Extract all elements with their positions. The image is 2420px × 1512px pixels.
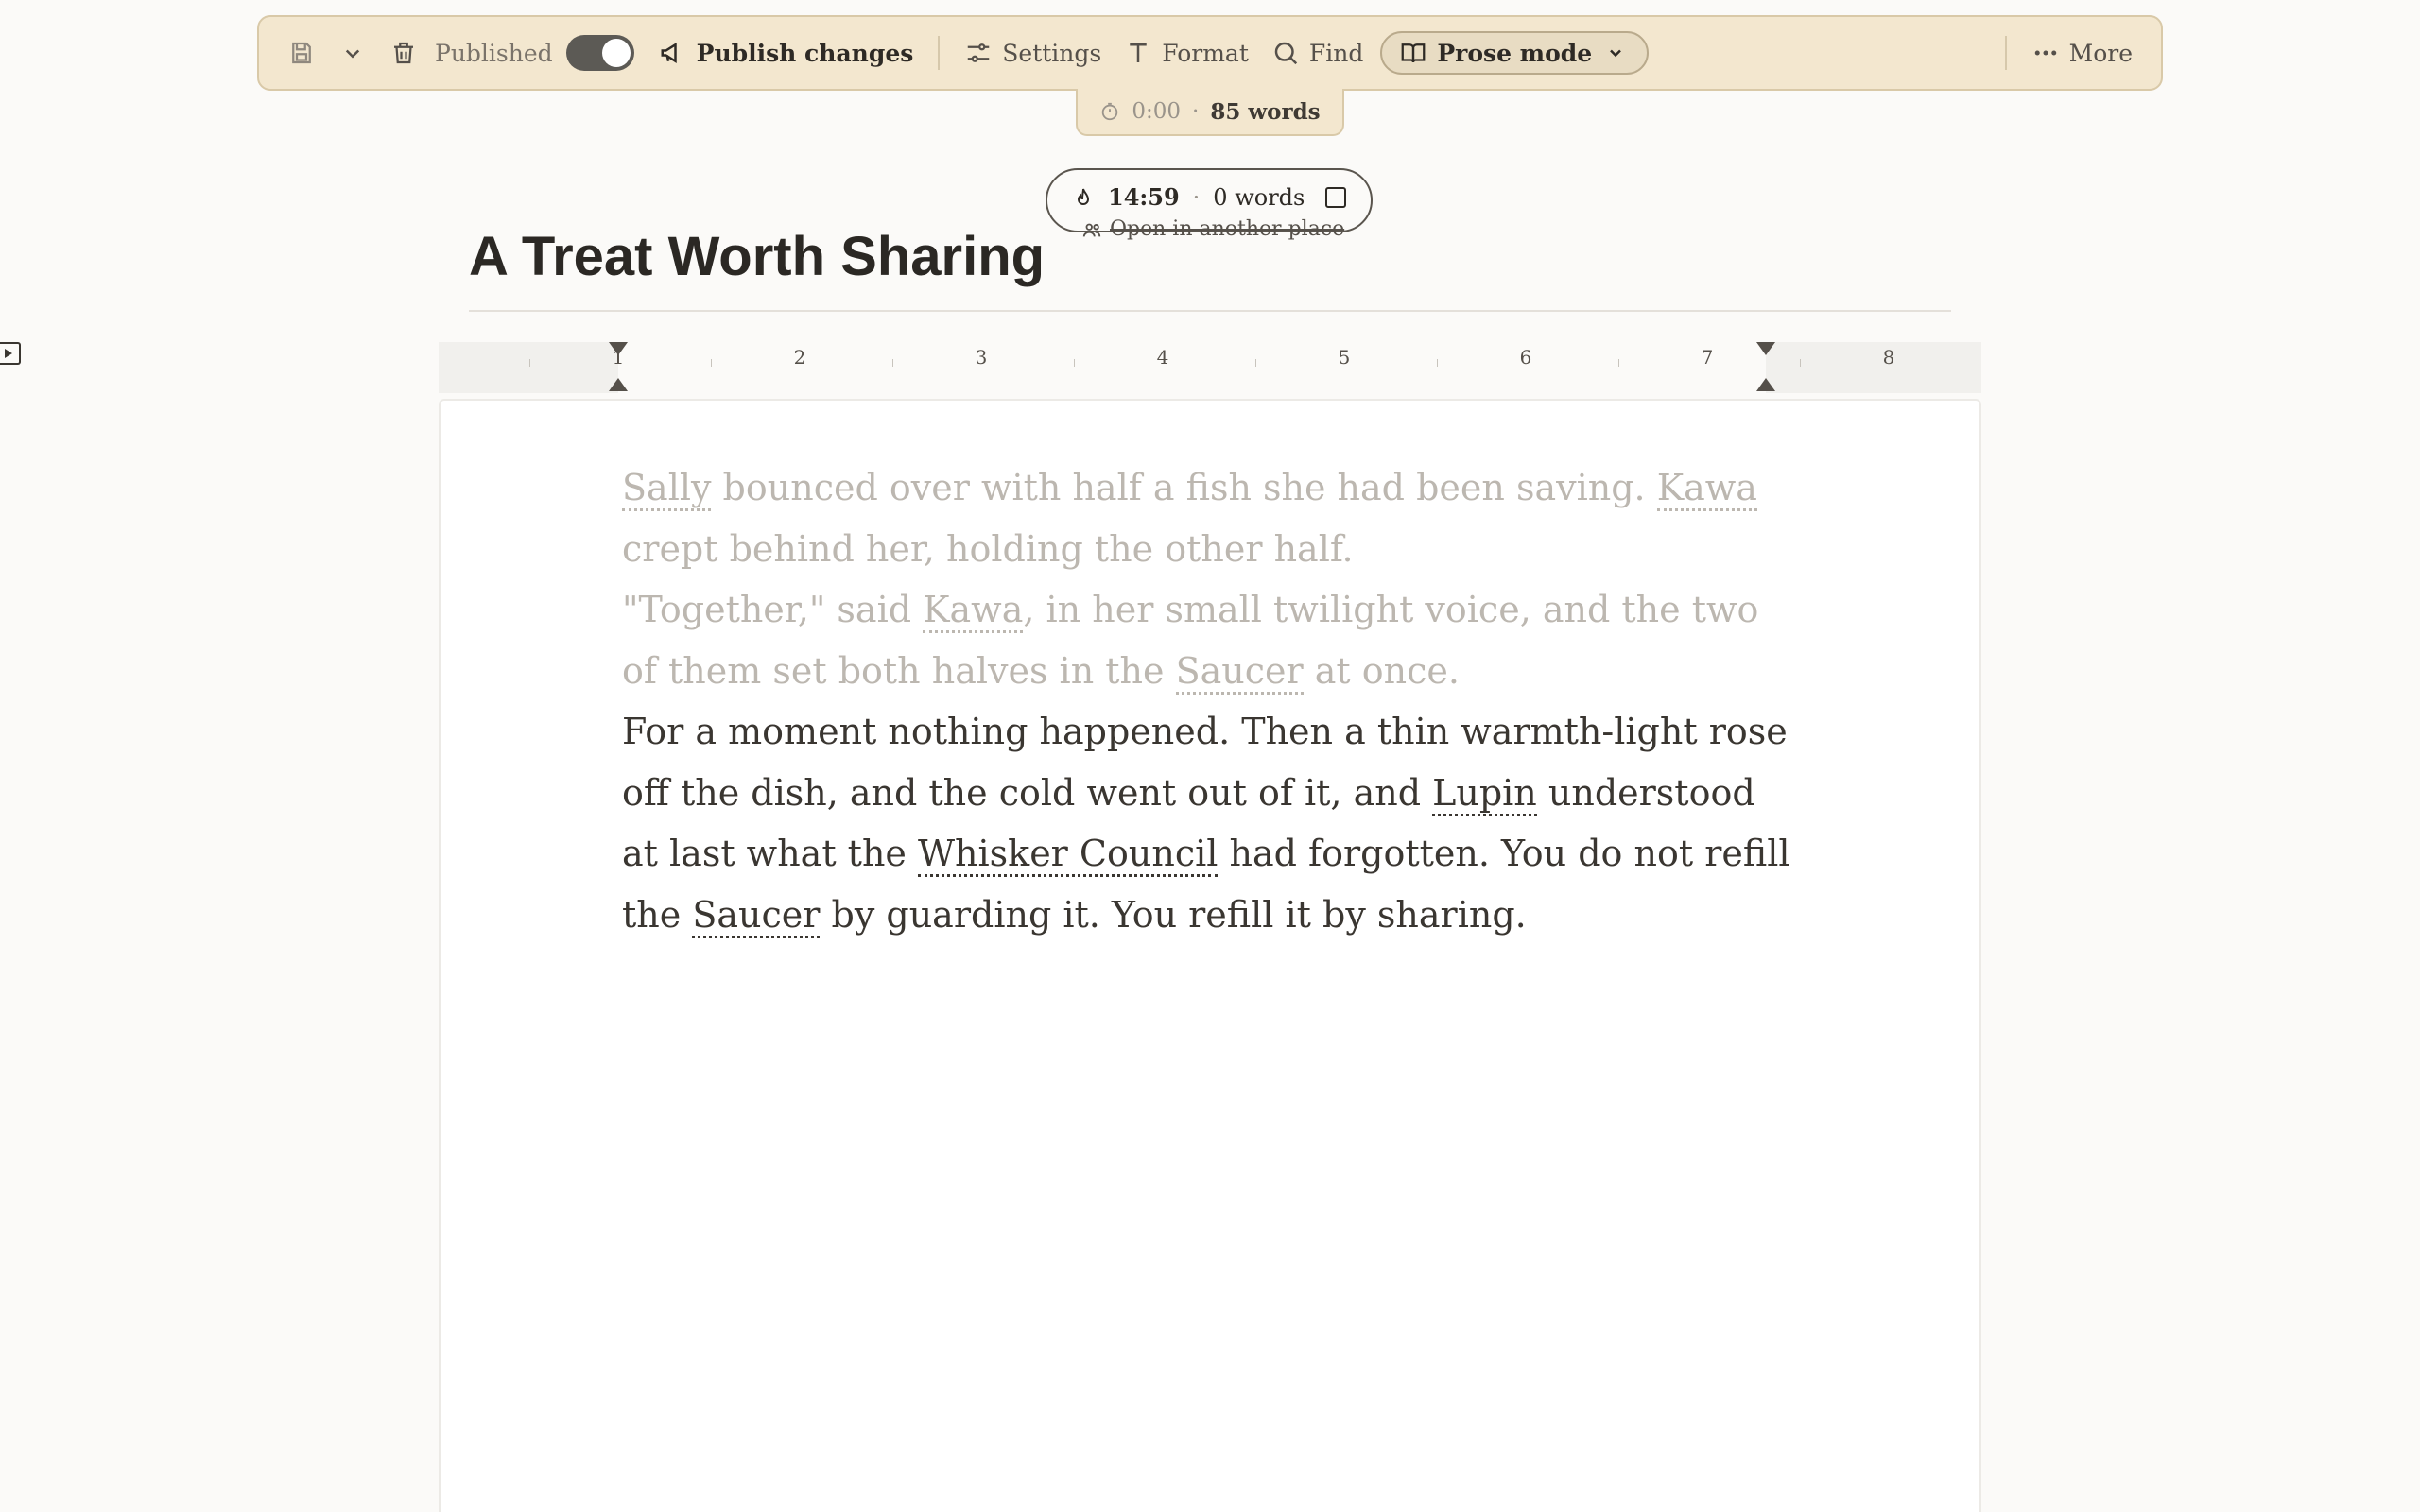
publish-changes-label: Publish changes (696, 39, 914, 67)
ruler-number: 7 (1701, 346, 1714, 369)
ruler-tick (1618, 359, 1619, 367)
ruler-number: 6 (1519, 346, 1532, 369)
ruler-number: 3 (975, 346, 988, 369)
ruler-number: 5 (1338, 346, 1351, 369)
settings-label: Settings (1002, 39, 1102, 67)
chevron-down-icon (1601, 39, 1630, 67)
ruler-number: 8 (1882, 346, 1895, 369)
title-divider (469, 310, 1951, 312)
sliders-icon (964, 39, 993, 67)
search-icon (1271, 39, 1300, 67)
ruler[interactable]: 1 2 3 4 5 6 7 8 (439, 342, 1981, 393)
chevron-down-icon (338, 39, 367, 67)
prose-mode-dropdown[interactable]: Prose mode (1380, 31, 1650, 75)
ruler-tick (1255, 359, 1256, 367)
stop-sprint-button[interactable] (1325, 186, 1346, 208)
ruler-text-area (618, 342, 1766, 393)
paragraph-text: crept behind her, holding the other half… (622, 527, 1354, 570)
ruler-number: 2 (793, 346, 806, 369)
ruler-tick (711, 359, 712, 367)
save-options-dropdown[interactable] (327, 31, 378, 75)
entity-link[interactable]: Kawa (1656, 467, 1757, 511)
ellipsis-icon (2031, 39, 2060, 67)
flame-icon (1072, 186, 1095, 209)
left-indent-marker[interactable] (609, 378, 628, 391)
save-icon (287, 39, 316, 67)
open-in-another-place-link[interactable]: Open in another place (1081, 217, 1344, 241)
ruler-tick (892, 359, 893, 367)
settings-button[interactable]: Settings (953, 31, 1113, 75)
paragraph-text: by guarding it. You refill it by sharing… (820, 893, 1527, 936)
writing-sprint: 14:59 · 0 words Open in another place (1046, 168, 1373, 241)
prose-mode-label: Prose mode (1437, 39, 1593, 67)
paragraph: "Together," said Kawa, in her small twil… (622, 579, 1794, 701)
paragraph: For a moment nothing happened. Then a th… (622, 701, 1794, 945)
document-title[interactable]: A Treat Worth Sharing (469, 225, 1045, 288)
sidebar-toggle-icon[interactable] (0, 342, 21, 365)
editor-toolbar: Published Publish changes Settings Forma… (257, 15, 2163, 91)
toolbar-divider (938, 36, 941, 70)
find-label: Find (1308, 39, 1364, 67)
text-format-icon (1124, 39, 1152, 67)
ruler-tick (1074, 359, 1075, 367)
paragraph-text: bounced over with half a fish she had be… (711, 467, 1657, 508)
open-in-another-place-label: Open in another place (1110, 217, 1345, 241)
format-label: Format (1162, 39, 1249, 67)
sprint-word-count: 0 words (1213, 183, 1305, 211)
entity-link[interactable]: Kawa (923, 589, 1024, 633)
paragraph-text: "Together," said (622, 589, 924, 630)
stats-separator: · (1192, 99, 1200, 124)
more-button[interactable]: More (2020, 31, 2144, 75)
paragraph: Sally bounced over with half a fish she … (622, 457, 1794, 579)
entity-link[interactable]: Lupin (1432, 771, 1537, 816)
find-button[interactable]: Find (1260, 31, 1374, 75)
sprint-time: 14:59 (1108, 183, 1180, 211)
trash-icon (389, 39, 418, 67)
users-icon (1081, 219, 1102, 240)
book-icon (1399, 39, 1427, 67)
entity-link[interactable]: Whisker Council (917, 833, 1219, 877)
save-button[interactable] (276, 31, 327, 75)
paragraph-text: at once. (1303, 649, 1460, 692)
first-line-indent-marker[interactable] (609, 342, 628, 355)
document-body[interactable]: Sally bounced over with half a fish she … (622, 457, 1794, 945)
stats-word-count: 85 words (1210, 98, 1321, 125)
writing-stats[interactable]: 0:00 · 85 words (1076, 89, 1344, 136)
delete-button[interactable] (378, 31, 429, 75)
stopwatch-icon (1099, 101, 1120, 122)
right-margin-marker[interactable] (1756, 378, 1775, 391)
stats-timer: 0:00 (1132, 99, 1182, 124)
published-toggle[interactable] (565, 35, 634, 71)
published-label: Published (435, 39, 553, 67)
right-indent-marker[interactable] (1756, 342, 1775, 355)
publish-changes-button[interactable]: Publish changes (648, 31, 925, 75)
entity-link[interactable]: Sally (622, 467, 712, 511)
entity-link[interactable]: Saucer (1175, 649, 1304, 695)
format-button[interactable]: Format (1113, 31, 1260, 75)
toggle-knob (601, 39, 631, 67)
more-label: More (2068, 39, 2133, 67)
entity-link[interactable]: Saucer (692, 893, 821, 938)
ruler-number: 4 (1156, 346, 1169, 369)
ruler-tick (1800, 359, 1801, 367)
toolbar-divider (2004, 36, 2007, 70)
sprint-separator: · (1192, 183, 1201, 211)
ruler-tick (529, 359, 530, 367)
ruler-tick (1437, 359, 1438, 367)
megaphone-icon (659, 39, 687, 67)
